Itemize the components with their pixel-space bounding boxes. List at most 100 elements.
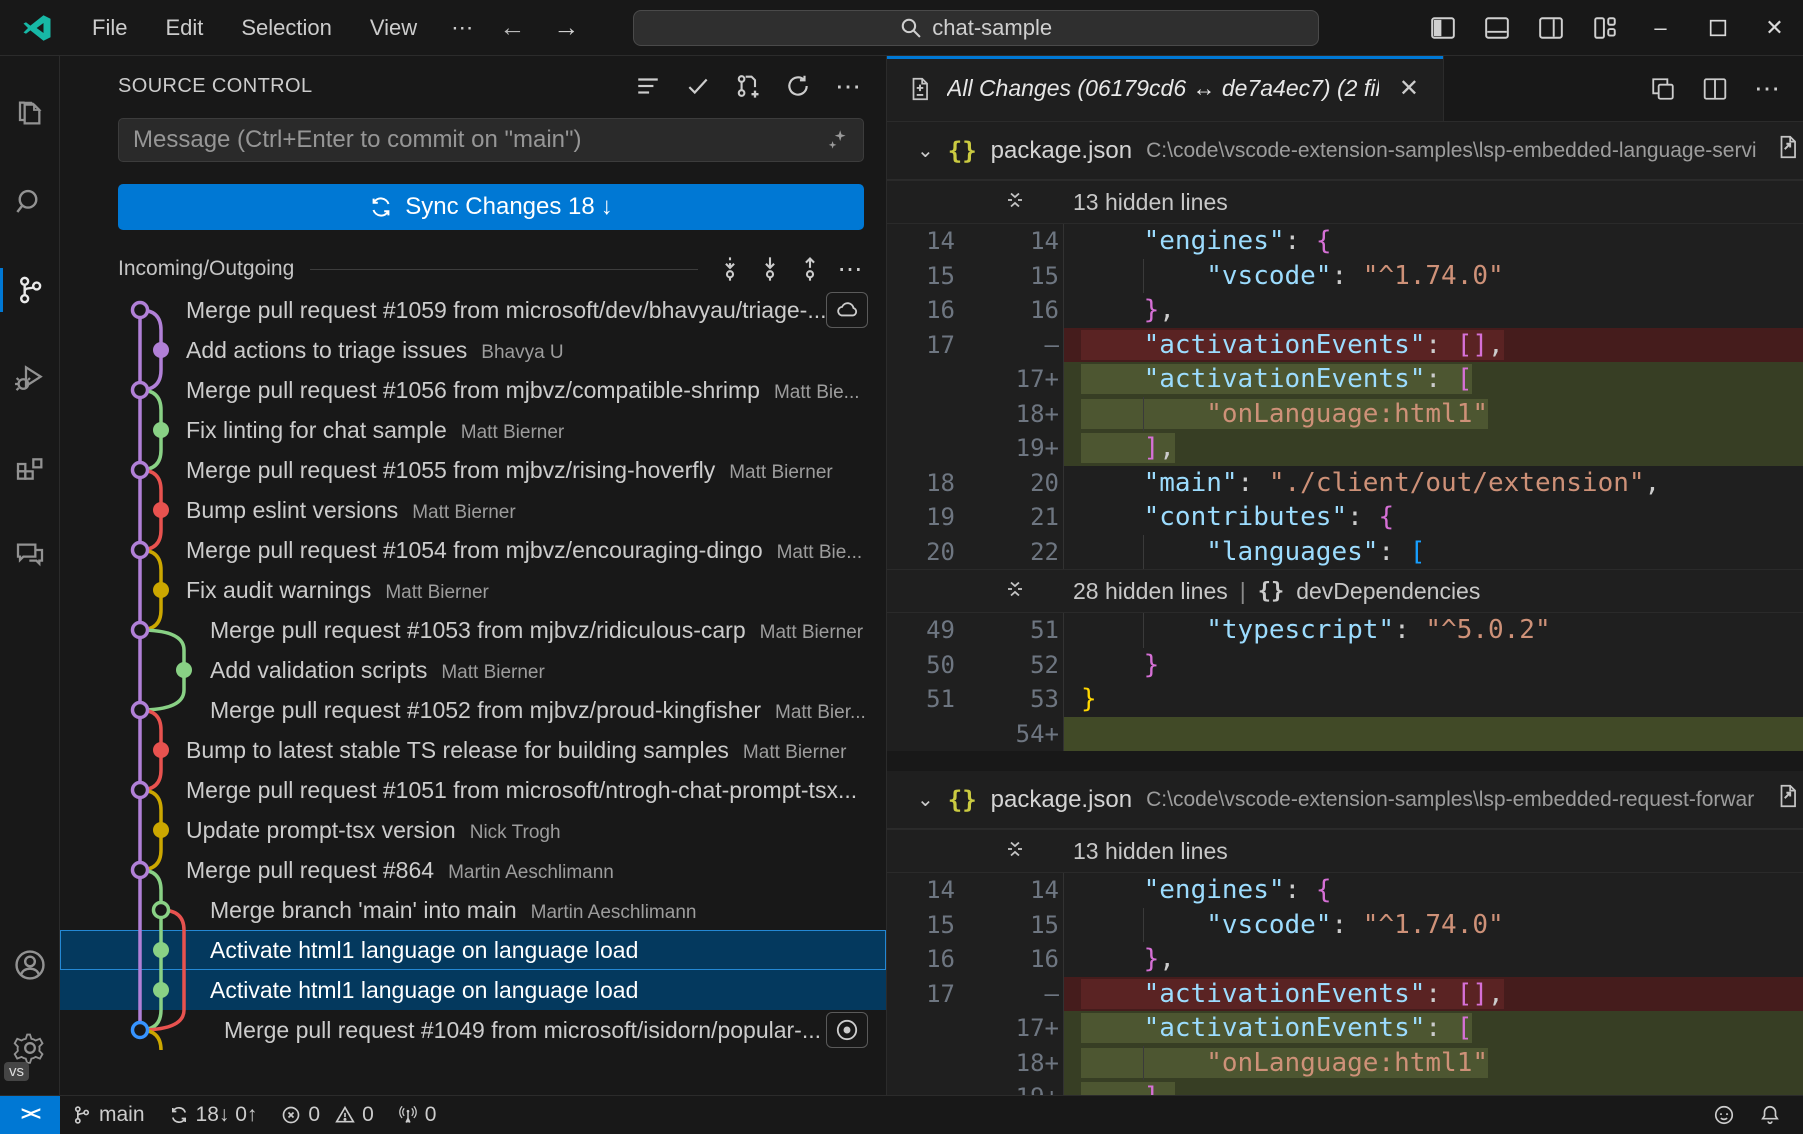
commit-row[interactable]: Merge pull request #1052 from mjbvz/prou…	[60, 690, 886, 730]
diff-line[interactable]: 2022 "languages": [	[887, 535, 1803, 570]
fetch-icon[interactable]	[712, 251, 748, 287]
hidden-lines-bar[interactable]: 13 hidden lines	[887, 180, 1803, 224]
commit-row[interactable]: Merge pull request #1053 from mjbvz/ridi…	[60, 610, 886, 650]
refresh-icon[interactable]	[778, 67, 818, 105]
activitybar-extensions[interactable]	[0, 422, 59, 510]
diff-line[interactable]: 1616 },	[887, 293, 1803, 328]
pull-icon[interactable]	[752, 251, 788, 287]
diff-line[interactable]: 1515 "vscode": "^1.74.0"	[887, 908, 1803, 943]
commit-row[interactable]: Update prompt-tsx versionNick Trogh	[60, 810, 886, 850]
activitybar-search[interactable]	[0, 158, 59, 246]
unfold-icon[interactable]	[1003, 577, 1027, 606]
toggle-sidebar-icon[interactable]	[1416, 6, 1470, 50]
copy-icon[interactable]	[1641, 67, 1685, 111]
more-actions-icon[interactable]: ⋯	[832, 251, 868, 287]
activitybar-run-debug[interactable]	[0, 334, 59, 422]
toggle-panel-icon[interactable]	[1470, 6, 1524, 50]
commit-row[interactable]: Merge pull request #864Martin Aeschliman…	[60, 850, 886, 890]
back-arrow-icon[interactable]: ←	[485, 10, 539, 45]
commit-row[interactable]: Activate html1 language on language load	[60, 970, 886, 1010]
diff-line[interactable]: 18+ "onLanguage:html1"	[887, 1046, 1803, 1081]
notifications-bell-icon[interactable]	[1747, 1104, 1793, 1126]
commit-row[interactable]: Add actions to triage issuesBhavya U	[60, 330, 886, 370]
commit-row[interactable]: Activate html1 language on language load	[60, 930, 886, 970]
diff-line[interactable]: 17+ "activationEvents": [	[887, 362, 1803, 397]
command-center-search[interactable]: chat-sample	[633, 10, 1319, 46]
split-editor-icon[interactable]	[1693, 67, 1737, 111]
go-to-file-icon[interactable]	[1769, 134, 1801, 165]
commit-row[interactable]: Fix linting for chat sampleMatt Bierner	[60, 410, 886, 450]
push-icon[interactable]	[792, 251, 828, 287]
diff-line[interactable]: 54+	[887, 717, 1803, 752]
diff-line[interactable]: 1414 "engines": {	[887, 224, 1803, 259]
ports-status[interactable]: 0	[386, 1096, 449, 1134]
commit-row[interactable]: Merge pull request #1054 from mjbvz/enco…	[60, 530, 886, 570]
diff-line[interactable]: 1414 "engines": {	[887, 873, 1803, 908]
diff-line[interactable]: 5153}	[887, 682, 1803, 717]
hidden-lines-bar[interactable]: 28 hidden lines|{}devDependencies	[887, 569, 1803, 613]
diff-line[interactable]: 19+ ],	[887, 1080, 1803, 1095]
commit-row[interactable]: Merge branch 'main' into mainMartin Aesc…	[60, 890, 886, 930]
more-actions-icon[interactable]: ⋯	[828, 67, 868, 105]
chevron-down-icon[interactable]: ⌄	[917, 138, 934, 163]
commit-row[interactable]: Merge pull request #1059 from microsoft/…	[60, 290, 886, 330]
problems-status[interactable]: 0 0	[269, 1096, 385, 1134]
chevron-down-icon[interactable]: ⌄	[917, 787, 934, 812]
activitybar-chat[interactable]	[0, 510, 59, 598]
diff-line[interactable]: 18+ "onLanguage:html1"	[887, 397, 1803, 432]
account-icon[interactable]	[0, 921, 59, 1009]
diff-file-header[interactable]: ⌄{}package.jsonC:\code\vscode-extension-…	[887, 122, 1803, 180]
tab-all-changes[interactable]: All Changes (06179cd6 ↔ de7a4ec7) (2 fil…	[887, 56, 1444, 121]
forward-arrow-icon[interactable]: →	[539, 10, 593, 45]
unfold-icon[interactable]	[1003, 837, 1027, 866]
diff-line[interactable]: 1921 "contributes": {	[887, 500, 1803, 535]
diff-editor[interactable]: ⌄{}package.jsonC:\code\vscode-extension-…	[887, 122, 1803, 1095]
commit-check-icon[interactable]	[678, 67, 718, 105]
diff-line[interactable]: 17+ "activationEvents": [	[887, 1011, 1803, 1046]
unfold-icon[interactable]	[1003, 188, 1027, 217]
activitybar-explorer[interactable]	[0, 70, 59, 158]
diff-line[interactable]: 17– "activationEvents": [],	[887, 977, 1803, 1012]
menu-view[interactable]: View	[354, 9, 433, 47]
diff-line[interactable]: 17– "activationEvents": [],	[887, 328, 1803, 363]
copilot-icon[interactable]	[1701, 1104, 1747, 1126]
commit-row[interactable]: Add validation scriptsMatt Bierner	[60, 650, 886, 690]
create-pull-request-icon[interactable]	[728, 67, 768, 105]
commit-message-input[interactable]: Message (Ctrl+Enter to commit on "main")	[118, 118, 864, 162]
remote-indicator[interactable]: ><	[0, 1096, 60, 1134]
diff-line[interactable]: 5052 }	[887, 648, 1803, 683]
hidden-lines-bar[interactable]: 13 hidden lines	[887, 829, 1803, 873]
commit-row[interactable]: Merge pull request #1049 from microsoft/…	[60, 1010, 886, 1050]
sparkle-icon[interactable]	[825, 127, 851, 153]
commit-row[interactable]: Fix audit warningsMatt Bierner	[60, 570, 886, 610]
customize-layout-icon[interactable]	[1578, 6, 1632, 50]
target-icon[interactable]	[826, 1012, 868, 1048]
incoming-outgoing-header[interactable]: Incoming/Outgoing ⋯	[118, 248, 868, 290]
minimize-button[interactable]: –	[1632, 0, 1689, 56]
diff-file-header[interactable]: ⌄{}package.jsonC:\code\vscode-extension-…	[887, 771, 1803, 829]
diff-line[interactable]: 1515 "vscode": "^1.74.0"	[887, 259, 1803, 294]
diff-line[interactable]: 4951 "typescript": "^5.0.2"	[887, 613, 1803, 648]
tab-close-icon[interactable]: ✕	[1393, 70, 1425, 107]
commit-row[interactable]: Merge pull request #1056 from mjbvz/comp…	[60, 370, 886, 410]
menu-edit[interactable]: Edit	[149, 9, 219, 47]
commit-row[interactable]: Merge pull request #1051 from microsoft/…	[60, 770, 886, 810]
menu-file[interactable]: File	[76, 9, 143, 47]
more-actions-icon[interactable]: ⋯	[1745, 67, 1789, 111]
diff-line[interactable]: 1820 "main": "./client/out/extension",	[887, 466, 1803, 501]
sync-status[interactable]: 18↓ 0↑	[157, 1096, 270, 1134]
cloud-icon[interactable]	[826, 292, 868, 328]
maximize-button[interactable]	[1689, 0, 1746, 56]
menu-overflow[interactable]: ⋯	[439, 9, 485, 47]
view-sort-icon[interactable]	[628, 67, 668, 105]
commit-row[interactable]: Bump eslint versionsMatt Bierner	[60, 490, 886, 530]
go-to-file-icon[interactable]	[1769, 783, 1801, 814]
activitybar-source-control[interactable]	[0, 246, 59, 334]
toggle-secondary-sidebar-icon[interactable]	[1524, 6, 1578, 50]
diff-line[interactable]: 19+ ],	[887, 431, 1803, 466]
commit-row[interactable]: Merge pull request #1055 from mjbvz/risi…	[60, 450, 886, 490]
menu-selection[interactable]: Selection	[225, 9, 348, 47]
branch-status[interactable]: main	[60, 1096, 157, 1134]
commit-row[interactable]: Bump to latest stable TS release for bui…	[60, 730, 886, 770]
sync-changes-button[interactable]: Sync Changes 18 ↓	[118, 184, 864, 230]
